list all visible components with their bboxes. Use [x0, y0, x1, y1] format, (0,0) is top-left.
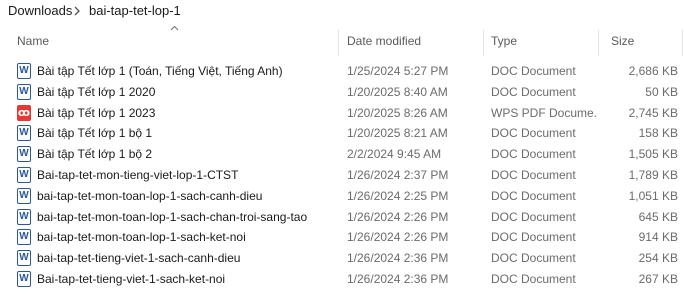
file-type: DOC Document — [491, 84, 576, 99]
sort-ascending-icon — [170, 25, 179, 31]
file-name: Bài tập Tết lớp 1 bộ 1 — [37, 126, 153, 141]
column-divider[interactable] — [338, 30, 339, 56]
file-date-modified: 1/20/2025 8:21 AM — [347, 126, 448, 141]
file-size: 1,505 KB — [628, 147, 678, 162]
file-size: 267 KB — [638, 272, 678, 286]
word-document-icon: W — [17, 63, 31, 79]
file-date-modified: 1/26/2024 2:37 PM — [347, 168, 449, 182]
file-date-modified: 1/20/2025 8:40 AM — [347, 84, 448, 99]
file-row[interactable]: Wbai-tap-tet-tieng-viet-1-sach-canh-dieu… — [0, 249, 685, 269]
file-icon-glyph: W — [19, 189, 29, 201]
file-icon-glyph: W — [19, 169, 29, 180]
file-name: Bai-tap-tet-tieng-viet-1-sach-ket-noi — [37, 272, 226, 286]
file-date-modified: 1/26/2024 2:36 PM — [347, 272, 449, 286]
column-header-date-modified[interactable]: Date modified — [347, 34, 421, 48]
column-divider[interactable] — [598, 30, 599, 56]
file-name: Bài tập Tết lớp 1 2020 — [37, 84, 156, 99]
chevron-right-icon — [74, 6, 80, 16]
file-row[interactable]: W Bài tập Tết lớp 1 (Toán, Tiếng Việt, Ti… — [0, 62, 685, 82]
pdf-file-icon: ꝏ — [17, 104, 31, 121]
breadcrumb: Downloads bai-tap-tet-lop-1 — [0, 0, 685, 22]
column-divider[interactable] — [483, 30, 484, 56]
file-size: 1,051 KB — [628, 188, 678, 203]
file-icon-glyph: W — [19, 273, 29, 284]
file-name: Bài tập Tết lớp 1 (Toán, Tiếng Việt, Tiế… — [37, 64, 283, 78]
file-icon-glyph: W — [19, 231, 29, 243]
file-date-modified: 1/20/2025 8:26 AM — [347, 105, 448, 120]
file-date-modified: 2/2/2024 9:45 AM — [347, 147, 442, 162]
file-row[interactable]: Wbai-tap-tet-mon-toan-lop-1-sach-ket-noi… — [0, 228, 685, 248]
file-icon-glyph: W — [19, 65, 29, 76]
word-document-icon: W — [17, 229, 31, 246]
file-size: 158 KB — [638, 126, 678, 141]
word-document-icon: W — [17, 167, 31, 183]
file-name: Bài tập Tết lớp 1 2023 — [37, 105, 156, 120]
file-type: WPS PDF Docume... — [491, 105, 597, 120]
column-header-type[interactable]: Type — [491, 34, 517, 48]
file-size: 50 KB — [645, 84, 678, 99]
file-size: 254 KB — [638, 251, 678, 266]
file-date-modified: 1/26/2024 2:26 PM — [347, 209, 449, 224]
file-icon-glyph: W — [19, 252, 29, 264]
word-document-icon: W — [17, 83, 31, 100]
file-type: DOC Document — [491, 147, 576, 162]
breadcrumb-item-current-folder[interactable]: bai-tap-tet-lop-1 — [89, 3, 181, 18]
word-document-icon: W — [17, 250, 31, 267]
file-date-modified: 1/26/2024 2:26 PM — [347, 230, 449, 245]
file-row[interactable]: W Bai-tap-tet-tieng-viet-1-sach-ket-noi 1/… — [0, 270, 685, 290]
column-header-row: Name Date modified Type Size — [0, 22, 685, 62]
file-type: DOC Document — [491, 64, 576, 78]
word-document-icon: W — [17, 271, 31, 287]
file-row[interactable]: Wbai-tap-tet-mon-toan-lop-1-sach-canh-di… — [0, 187, 685, 207]
file-name: Bài tập Tết lớp 1 bộ 2 — [37, 147, 153, 162]
file-name: bai-tap-tet-mon-toan-lop-1-sach-canh-die… — [37, 188, 263, 203]
file-date-modified: 1/26/2024 2:36 PM — [347, 251, 449, 266]
file-type: DOC Document — [491, 272, 576, 286]
word-document-icon: W — [17, 187, 31, 204]
column-divider[interactable] — [682, 30, 683, 56]
file-row[interactable]: ꝏ Bài tập Tết lớp 1 2023 1/20/2025 8:26 AM… — [0, 104, 685, 124]
file-row[interactable]: W Bai-tap-tet-mon-tieng-viet-lop-1-CTST 1/… — [0, 166, 685, 186]
word-document-icon: W — [17, 146, 31, 163]
file-size: 914 KB — [638, 230, 678, 245]
word-document-icon: W — [17, 125, 31, 142]
file-type: DOC Document — [491, 251, 576, 266]
file-name: bai-tap-tet-tieng-viet-1-sach-canh-dieu — [37, 251, 241, 266]
file-icon-glyph: W — [19, 127, 29, 139]
file-icon-glyph: W — [19, 85, 29, 97]
file-row[interactable]: Wbai-tap-tet-mon-toan-lop-1-sach-chan-tr… — [0, 208, 685, 228]
file-name: bai-tap-tet-mon-toan-lop-1-sach-chan-tro… — [37, 209, 308, 224]
file-type: DOC Document — [491, 168, 576, 182]
file-row[interactable]: W Bài tập Tết lớp 1 2020 1/20/2025 8:40 AM… — [0, 83, 685, 103]
file-size: 1,789 KB — [628, 168, 678, 182]
file-date-modified: 1/25/2024 5:27 PM — [347, 64, 449, 78]
file-type: DOC Document — [491, 209, 576, 224]
file-size: 2,745 KB — [628, 105, 678, 120]
file-icon-glyph: W — [19, 210, 29, 222]
file-name: Bai-tap-tet-mon-tieng-viet-lop-1-CTST — [37, 168, 239, 182]
file-row[interactable]: W Bài tập Tết lớp 1 bộ 1 1/20/2025 8:21 AM… — [0, 124, 685, 144]
breadcrumb-item-downloads[interactable]: Downloads — [8, 3, 72, 18]
file-date-modified: 1/26/2024 2:25 PM — [347, 188, 449, 203]
file-icon-glyph: W — [19, 148, 29, 160]
column-header-size[interactable]: Size — [611, 34, 634, 48]
file-type: DOC Document — [491, 230, 576, 245]
file-row[interactable]: W Bài tập Tết lớp 1 bộ 2 2/2/2024 9:45 AM D… — [0, 145, 685, 165]
file-icon-glyph: ꝏ — [17, 106, 31, 119]
file-name: bai-tap-tet-mon-toan-lop-1-sach-ket-noi — [37, 230, 246, 245]
file-size: 645 KB — [638, 209, 678, 224]
column-header-name[interactable]: Name — [17, 34, 49, 48]
file-size: 2,686 KB — [628, 64, 678, 78]
file-type: DOC Document — [491, 126, 576, 141]
word-document-icon: W — [17, 208, 31, 225]
file-type: DOC Document — [491, 188, 576, 203]
